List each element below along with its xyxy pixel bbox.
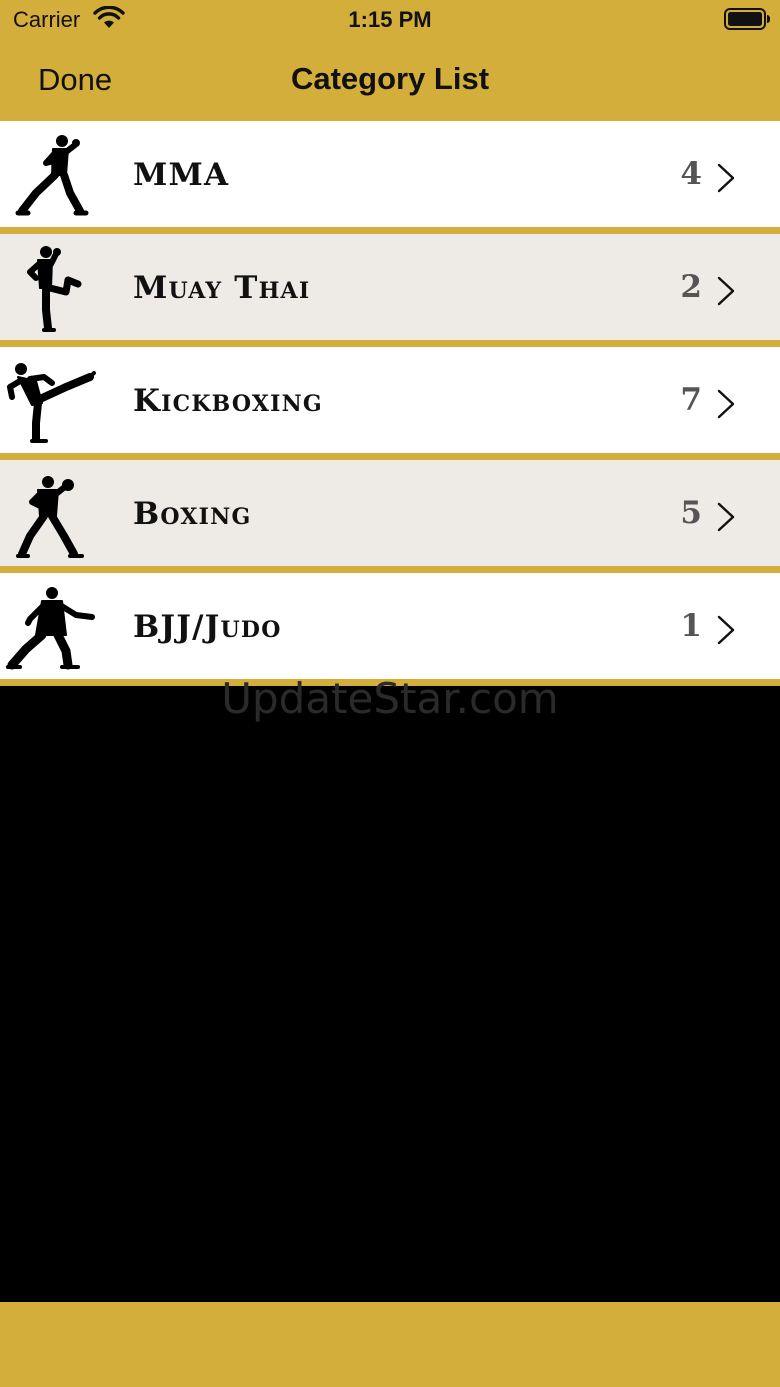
category-count: 1 xyxy=(680,608,702,644)
chevron-right-icon xyxy=(717,615,735,645)
battery-icon xyxy=(724,8,770,30)
chevron-right-icon xyxy=(717,502,735,532)
category-row-mma[interactable]: MMA 4 xyxy=(0,121,780,234)
kickboxing-fighter-icon xyxy=(7,363,96,443)
status-bar: Carrier 1:15 PM xyxy=(0,0,780,42)
chevron-right-icon xyxy=(717,163,735,193)
top-bar: Carrier 1:15 PM Done Category List xyxy=(0,0,780,121)
category-count: 2 xyxy=(680,269,702,305)
category-row-kickboxing[interactable]: Kickboxing 7 xyxy=(0,347,780,460)
bottom-toolbar xyxy=(0,1302,780,1387)
category-label: Boxing xyxy=(133,496,252,532)
category-label: MMA xyxy=(133,157,230,193)
chevron-right-icon xyxy=(717,276,735,306)
page-title: Category List xyxy=(290,61,490,96)
category-count: 4 xyxy=(680,156,702,192)
judo-fighter-icon xyxy=(6,587,95,670)
category-count: 5 xyxy=(680,495,702,531)
status-time: 1:15 PM xyxy=(348,7,432,32)
muay-thai-fighter-icon xyxy=(27,246,82,332)
chevron-right-icon xyxy=(717,389,735,419)
category-label: BJJ/Judo xyxy=(133,609,282,645)
boxer-icon xyxy=(16,476,84,558)
category-row-muay-thai[interactable]: Muay Thai 2 xyxy=(0,234,780,347)
category-row-boxing[interactable]: Boxing 5 xyxy=(0,460,780,573)
category-row-bjj-judo[interactable]: BJJ/Judo 1 xyxy=(0,573,780,686)
mma-fighter-icon xyxy=(15,135,89,216)
category-count: 7 xyxy=(680,382,702,418)
navigation-bar: Done Category List xyxy=(0,42,780,121)
category-list: MMA 4 Muay Thai 2 Kickboxing 7 Boxing 5 … xyxy=(0,121,780,686)
category-label: Kickboxing xyxy=(133,383,323,419)
category-label: Muay Thai xyxy=(133,270,311,306)
